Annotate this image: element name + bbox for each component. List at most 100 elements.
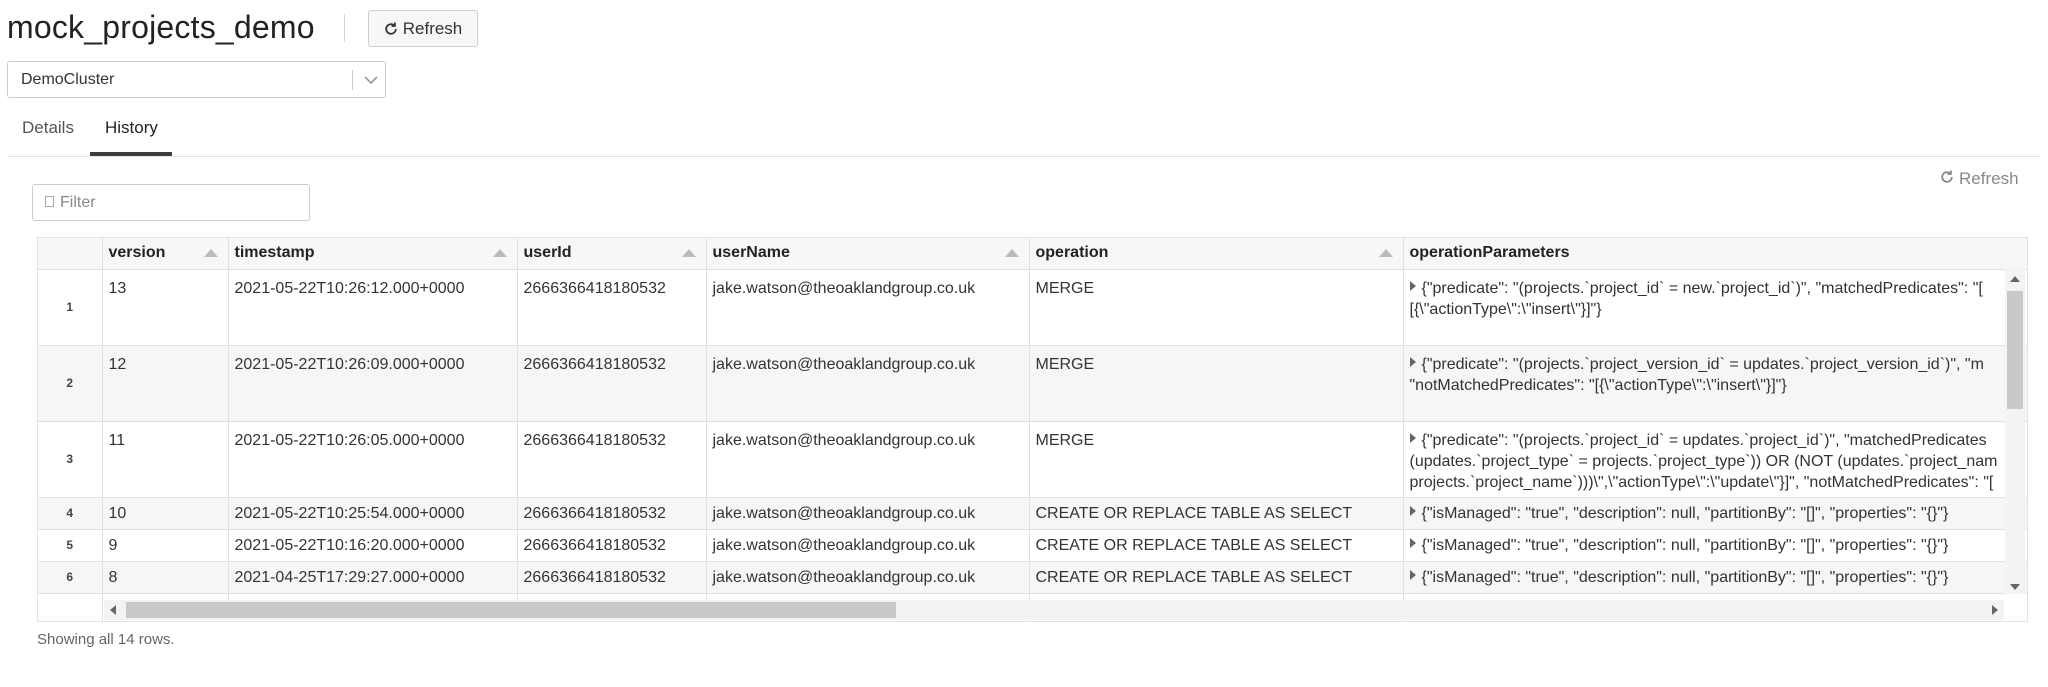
- cell-timestamp: 2021-04-25T17:29:27.000+0000: [228, 561, 518, 594]
- cell-version: 13: [102, 269, 229, 346]
- scroll-down-icon[interactable]: [2010, 584, 2020, 590]
- sort-arrow-icon[interactable]: [681, 249, 696, 257]
- filter-input[interactable]: Filter: [32, 184, 310, 221]
- expand-triangle-icon[interactable]: [1409, 569, 1416, 580]
- table-row: 6 8 2021-04-25T17:29:27.000+0000 2666366…: [38, 561, 2027, 594]
- history-table: version timestamp userId userName operat…: [37, 237, 2028, 622]
- column-header-username[interactable]: userName: [706, 238, 1030, 270]
- cell-version: 8: [102, 561, 229, 594]
- column-header-version[interactable]: version: [102, 238, 229, 270]
- params-line: {"predicate": "(projects.`project_versio…: [1421, 355, 1984, 373]
- title-separator: [344, 14, 345, 42]
- sort-arrow-icon[interactable]: [1004, 249, 1019, 257]
- column-header-timestamp[interactable]: timestamp: [228, 238, 518, 270]
- params-line: {"predicate": "(projects.`project_id` = …: [1421, 279, 1983, 297]
- scroll-up-icon[interactable]: [2010, 276, 2020, 282]
- page: mock_projects_demo Refresh DemoCluster D…: [0, 0, 2048, 687]
- cell-operation: MERGE: [1029, 345, 1404, 422]
- cell-operation-parameters[interactable]: {"isManaged": "true", "description": nul…: [1403, 497, 2027, 530]
- refresh-button[interactable]: Refresh: [368, 10, 478, 47]
- filter-icon: [45, 194, 54, 212]
- cell-username: jake.watson@theoaklandgroup.co.uk: [706, 421, 1030, 498]
- select-divider: [352, 70, 353, 90]
- cell-username: jake.watson@theoaklandgroup.co.uk: [706, 345, 1030, 422]
- sort-arrow-icon[interactable]: [203, 249, 218, 257]
- scroll-left-icon[interactable]: [110, 605, 116, 615]
- page-title: mock_projects_demo: [7, 9, 315, 45]
- row-index: 2: [38, 345, 103, 422]
- expand-triangle-icon[interactable]: [1409, 537, 1416, 548]
- tab-details[interactable]: Details: [22, 118, 74, 138]
- cell-username: jake.watson@theoaklandgroup.co.uk: [706, 561, 1030, 594]
- table-row: 1 13 2021-05-22T10:26:12.000+0000 266636…: [38, 269, 2027, 346]
- cell-operation: CREATE OR REPLACE TABLE AS SELECT: [1029, 497, 1404, 530]
- scroll-right-icon[interactable]: [1992, 605, 1998, 615]
- cell-operation-parameters[interactable]: {"predicate": "(projects.`project_id` = …: [1403, 421, 2027, 498]
- cell-version: 12: [102, 345, 229, 422]
- row-index: 4: [38, 497, 103, 530]
- row-index: 6: [38, 561, 103, 594]
- column-header-operationparameters[interactable]: operationParameters: [1403, 238, 2027, 270]
- column-header-operation[interactable]: operation: [1029, 238, 1404, 270]
- cell-operation: CREATE OR REPLACE TABLE AS SELECT: [1029, 561, 1404, 594]
- cell-timestamp: 2021-05-22T10:26:09.000+0000: [228, 345, 518, 422]
- expand-triangle-icon[interactable]: [1409, 280, 1416, 291]
- expand-triangle-icon[interactable]: [1409, 432, 1416, 443]
- params-line: "notMatchedPredicates": "[{\"actionType\…: [1409, 376, 1787, 394]
- cell-operation-parameters[interactable]: {"predicate": "(projects.`project_versio…: [1403, 345, 2027, 422]
- tabs-divider: [7, 156, 2040, 157]
- cell-userid: 2666366418180532: [517, 421, 707, 498]
- row-count-status: Showing all 14 rows.: [37, 631, 175, 648]
- table-row: 4 10 2021-05-22T10:25:54.000+0000 266636…: [38, 497, 2027, 530]
- cell-username: jake.watson@theoaklandgroup.co.uk: [706, 497, 1030, 530]
- cluster-select[interactable]: DemoCluster: [7, 61, 386, 98]
- cell-userid: 2666366418180532: [517, 561, 707, 594]
- cell-operation-parameters[interactable]: {"predicate": "(projects.`project_id` = …: [1403, 269, 2027, 346]
- params-line: {"isManaged": "true", "description": nul…: [1421, 504, 1949, 522]
- row-index: 1: [38, 269, 103, 346]
- refresh-button-label: Refresh: [402, 18, 463, 38]
- params-line: {"isManaged": "true", "description": nul…: [1421, 568, 1949, 586]
- cell-operation: MERGE: [1029, 421, 1404, 498]
- table-row: 5 9 2021-05-22T10:16:20.000+0000 2666366…: [38, 529, 2027, 562]
- cell-timestamp: 2021-05-22T10:26:05.000+0000: [228, 421, 518, 498]
- cell-userid: 2666366418180532: [517, 345, 707, 422]
- history-refresh-button[interactable]: Refresh: [1940, 169, 2019, 189]
- row-index: 3: [38, 421, 103, 498]
- cell-username: jake.watson@theoaklandgroup.co.uk: [706, 529, 1030, 562]
- cell-operation-parameters[interactable]: {"isManaged": "true", "description": nul…: [1403, 529, 2027, 562]
- column-header-userid[interactable]: userId: [517, 238, 707, 270]
- sort-arrow-icon[interactable]: [492, 249, 507, 257]
- chevron-down-icon[interactable]: [363, 73, 379, 91]
- cell-timestamp: 2021-05-22T10:26:12.000+0000: [228, 269, 518, 346]
- vertical-scroll-thumb[interactable]: [2007, 291, 2023, 409]
- cell-userid: 2666366418180532: [517, 497, 707, 530]
- cell-version: 11: [102, 421, 229, 498]
- expand-triangle-icon[interactable]: [1409, 356, 1416, 367]
- params-line: (updates.`project_type` = projects.`proj…: [1409, 452, 1998, 470]
- refresh-icon: [384, 21, 398, 36]
- horizontal-scroll-thumb[interactable]: [126, 602, 896, 618]
- params-line: [{\"actionType\":\"insert\"}]"}: [1409, 300, 1602, 318]
- horizontal-scrollbar[interactable]: [104, 600, 2004, 620]
- cell-version: 10: [102, 497, 229, 530]
- cell-operation: MERGE: [1029, 269, 1404, 346]
- row-index: 5: [38, 529, 103, 562]
- table-row: 2 12 2021-05-22T10:26:09.000+0000 266636…: [38, 345, 2027, 422]
- refresh-icon: [1940, 169, 1954, 189]
- cell-userid: 2666366418180532: [517, 269, 707, 346]
- history-refresh-label: Refresh: [1959, 169, 2019, 188]
- cell-operation: CREATE OR REPLACE TABLE AS SELECT: [1029, 529, 1404, 562]
- sort-arrow-icon[interactable]: [1378, 249, 1393, 257]
- cell-operation-parameters[interactable]: {"isManaged": "true", "description": nul…: [1403, 561, 2027, 594]
- tab-history[interactable]: History: [105, 118, 158, 138]
- cluster-select-value: DemoCluster: [21, 71, 115, 88]
- cell-timestamp: 2021-05-22T10:16:20.000+0000: [228, 529, 518, 562]
- expand-triangle-icon[interactable]: [1409, 505, 1416, 516]
- params-line: {"predicate": "(projects.`project_id` = …: [1421, 431, 1987, 449]
- vertical-scrollbar[interactable]: [2005, 269, 2025, 594]
- params-line: {"isManaged": "true", "description": nul…: [1421, 536, 1949, 554]
- cell-timestamp: 2021-05-22T10:25:54.000+0000: [228, 497, 518, 530]
- cell-version: 9: [102, 529, 229, 562]
- table-header-row: version timestamp userId userName operat…: [38, 238, 2027, 270]
